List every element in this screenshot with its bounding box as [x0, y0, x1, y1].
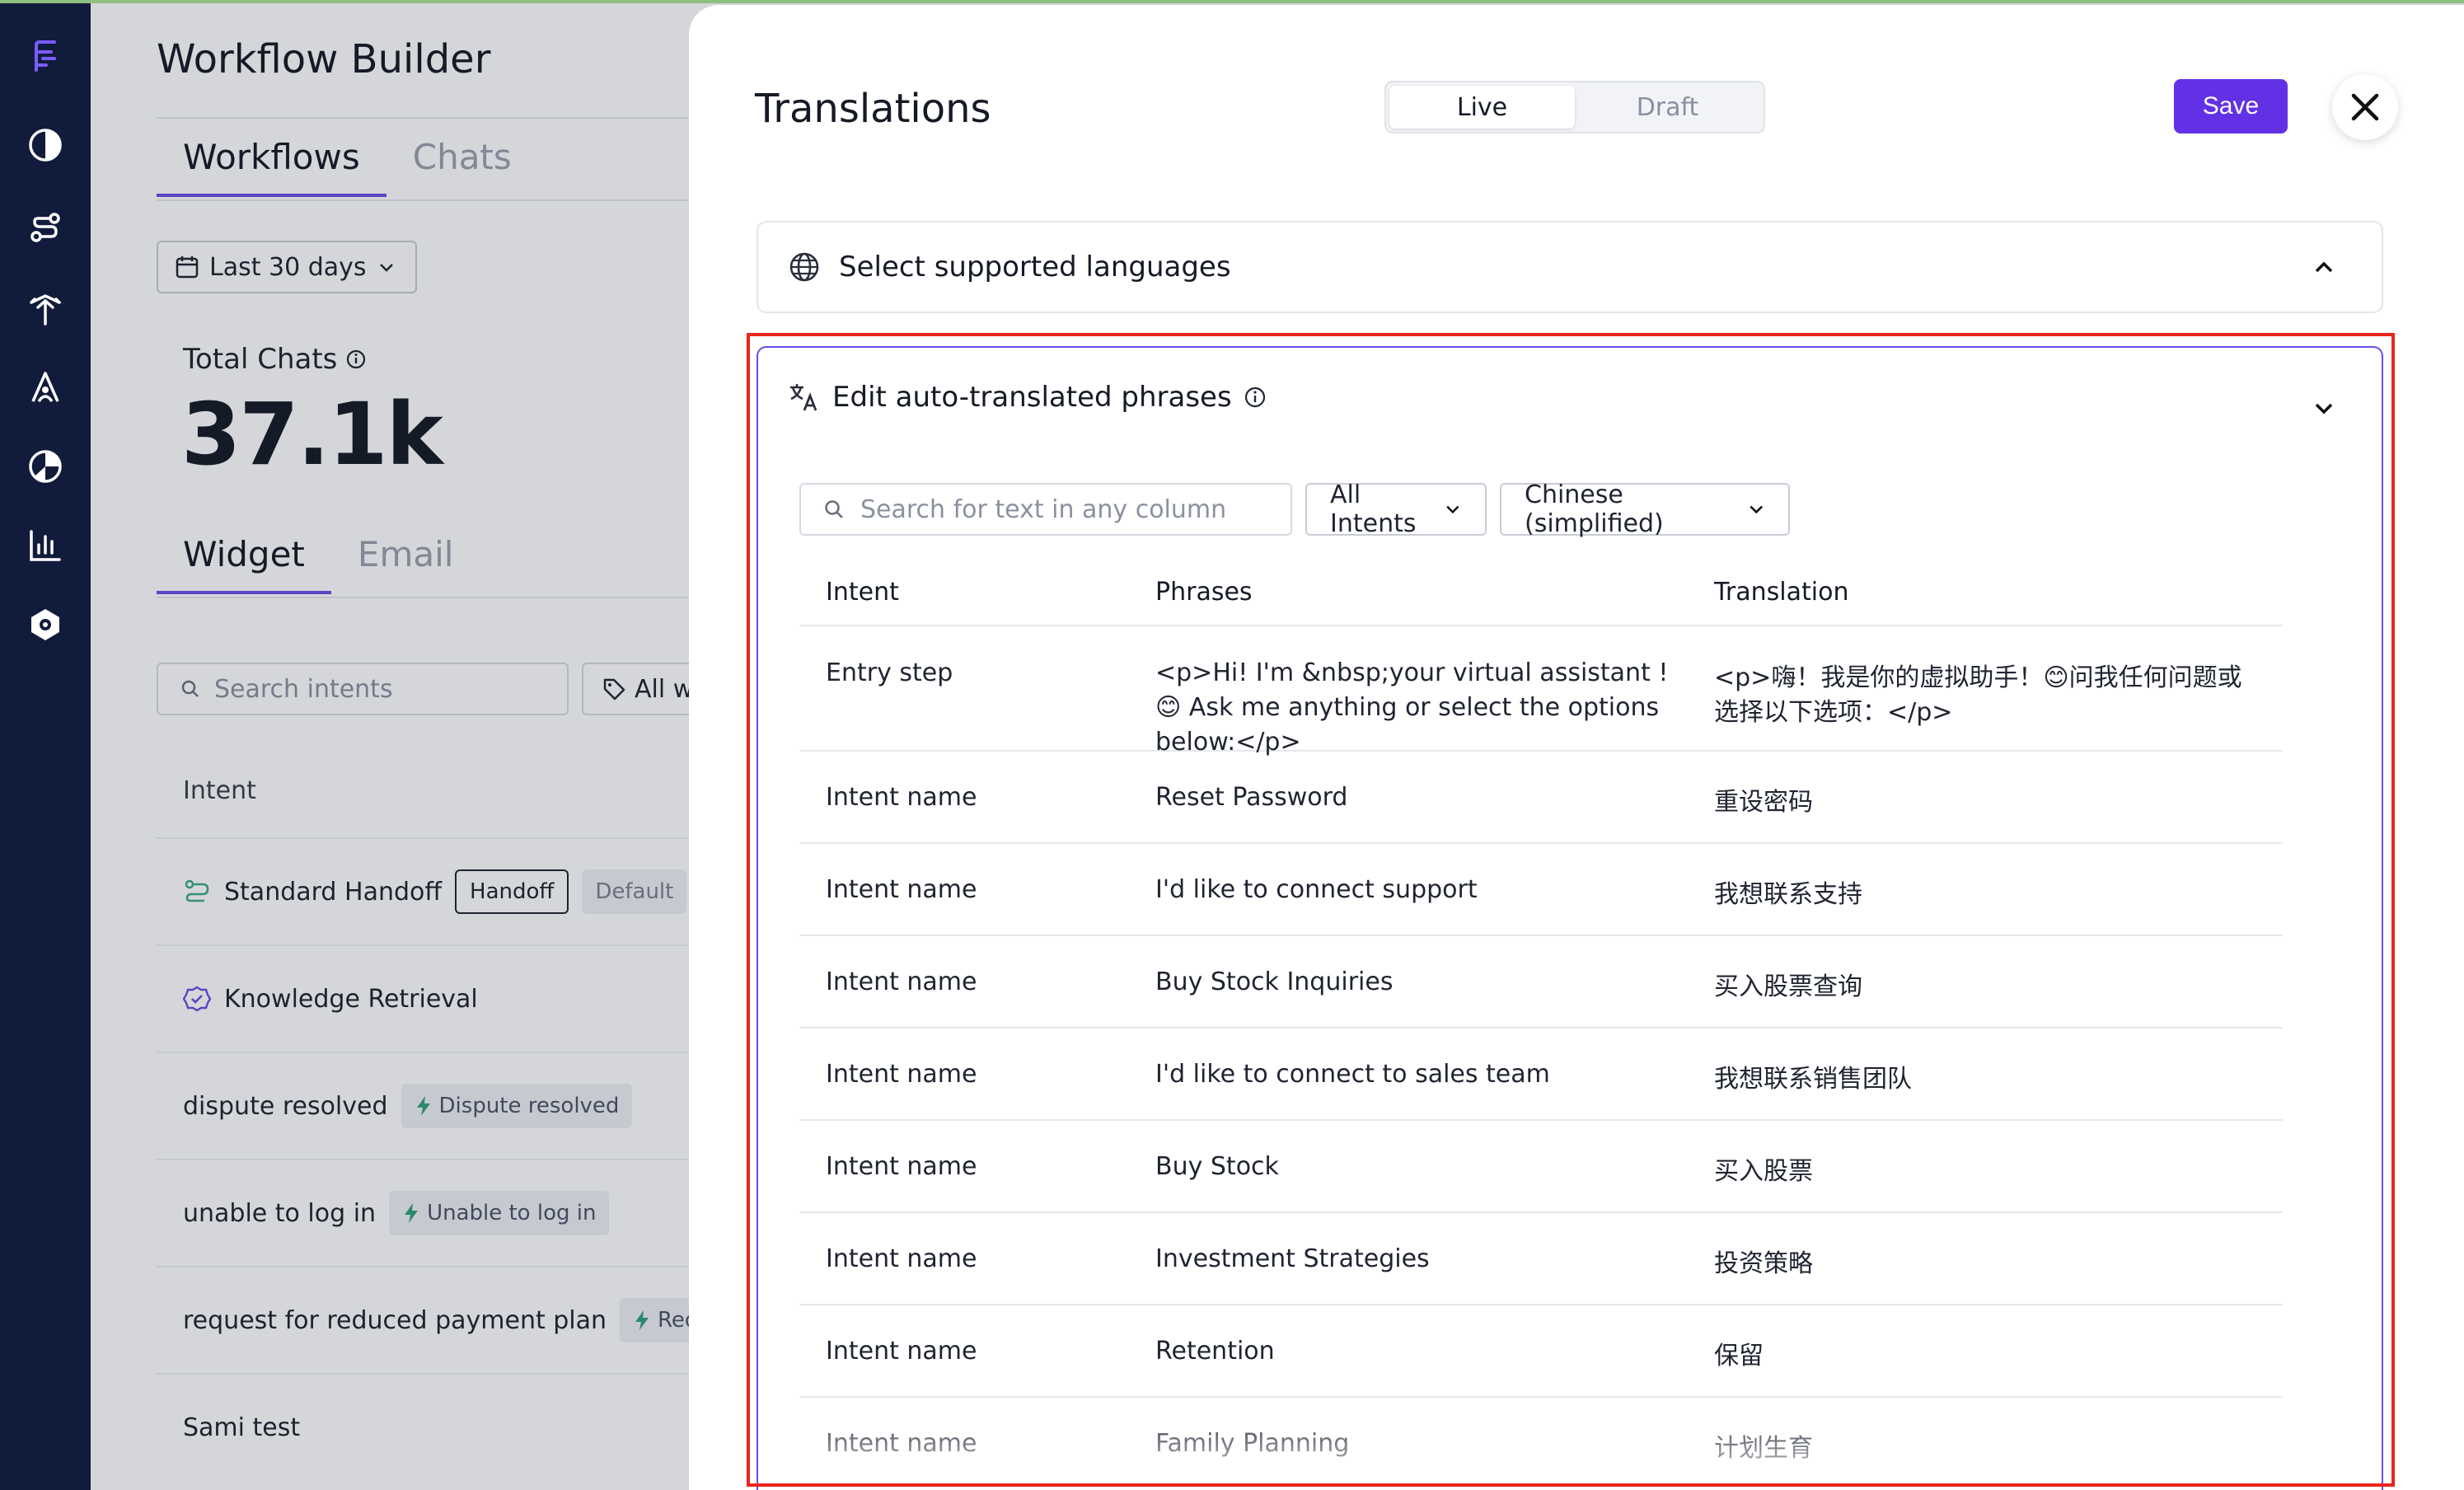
live-draft-toggle: Live Draft [1384, 81, 1765, 134]
analytics-pie-icon[interactable] [22, 122, 68, 168]
drawer-title: Translations [755, 86, 991, 132]
highlight-annotation-box [747, 333, 2395, 1487]
live-option[interactable]: Live [1389, 86, 1575, 129]
draft-option[interactable]: Draft [1575, 86, 1760, 129]
logo-icon[interactable] [22, 33, 68, 79]
chevron-up-icon[interactable] [2311, 254, 2337, 280]
close-icon [2351, 93, 2379, 121]
agent-icon[interactable] [22, 364, 68, 410]
translations-drawer: Translations Live Draft Save Select supp… [689, 5, 2464, 1490]
globe-icon [789, 252, 819, 282]
bar-chart-icon[interactable] [22, 522, 68, 569]
routing-icon[interactable] [22, 285, 68, 331]
supported-languages-section[interactable]: Select supported languages [757, 221, 2383, 313]
insights-pie-icon[interactable] [22, 443, 68, 490]
supported-languages-title: Select supported languages [839, 251, 1231, 283]
save-button[interactable]: Save [2174, 79, 2288, 134]
close-button[interactable] [2332, 74, 2398, 140]
workflow-icon[interactable] [22, 204, 68, 251]
settings-hex-icon[interactable] [22, 602, 68, 648]
left-nav-rail [0, 3, 91, 1490]
